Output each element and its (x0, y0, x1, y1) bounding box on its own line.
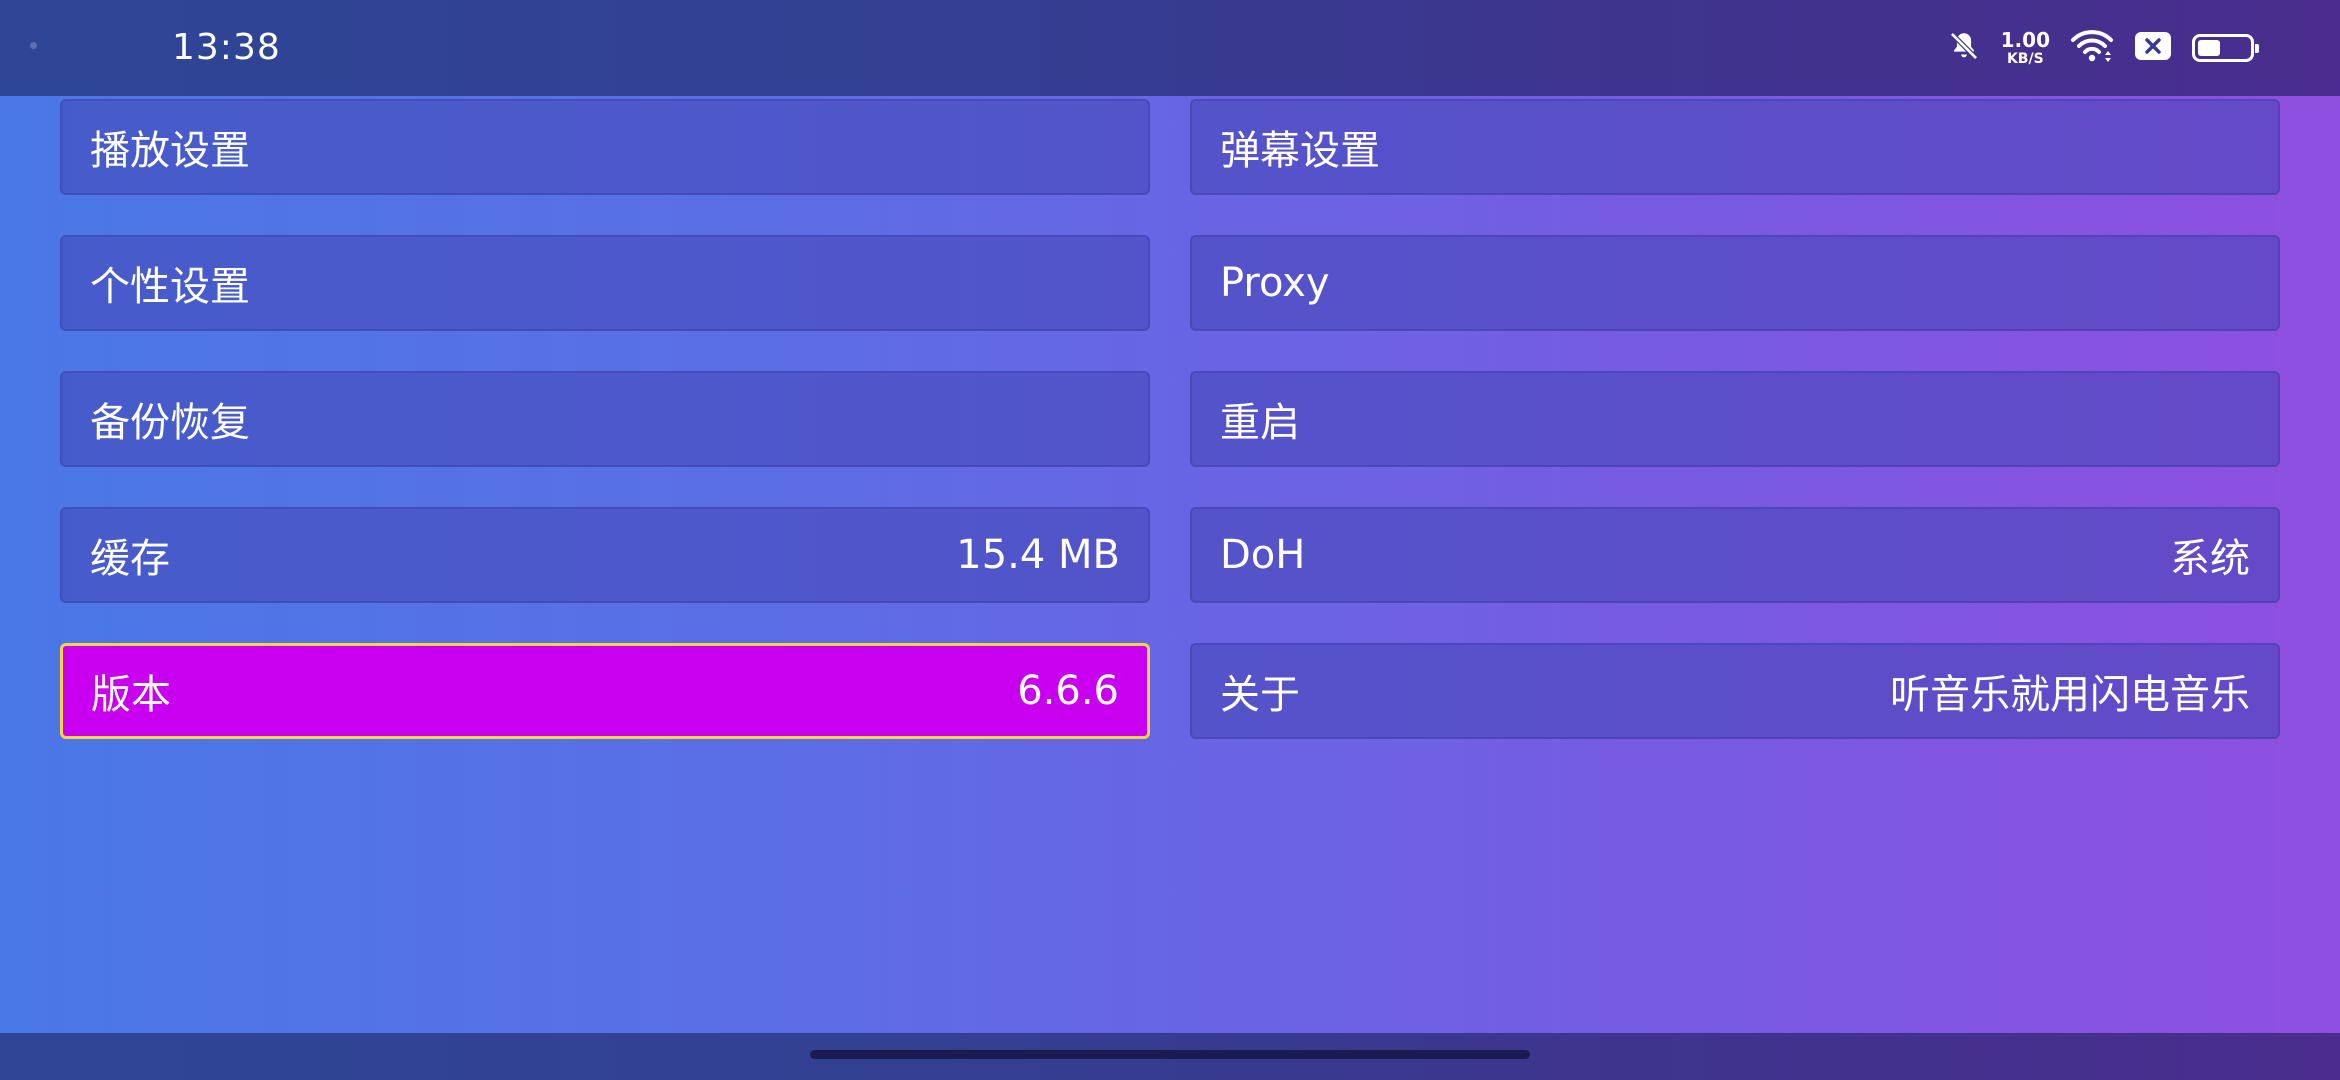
network-speed: 1.00 KB/S (2001, 30, 2050, 66)
network-speed-value: 1.00 (2000, 28, 2050, 52)
setting-playback[interactable]: 播放设置 (60, 99, 1150, 195)
setting-version[interactable]: 版本 6.6.6 (60, 643, 1150, 739)
status-bar: 13:38 1.00 KB/S (0, 0, 2340, 96)
setting-label: 重启 (1220, 400, 1300, 446)
setting-proxy[interactable]: Proxy (1190, 235, 2280, 331)
setting-backup-restore[interactable]: 备份恢复 (60, 371, 1150, 467)
setting-label: DoH (1220, 532, 1306, 578)
no-sim-icon (2134, 30, 2172, 66)
navigation-bar (0, 1033, 2340, 1080)
setting-label: Proxy (1220, 260, 1330, 306)
notifications-muted-icon (1947, 29, 1981, 67)
setting-label: 播放设置 (90, 128, 250, 174)
home-indicator[interactable] (810, 1050, 1530, 1059)
setting-cache[interactable]: 缓存 15.4 MB (60, 507, 1150, 603)
setting-doh[interactable]: DoH 系统 (1190, 507, 2280, 603)
setting-label: 关于 (1220, 672, 1300, 718)
setting-personalization[interactable]: 个性设置 (60, 235, 1150, 331)
wifi-icon (2070, 28, 2114, 68)
setting-label: 缓存 (90, 536, 170, 582)
setting-value: 听音乐就用闪电音乐 (1890, 672, 2250, 718)
status-dot-icon (30, 42, 37, 49)
battery-icon (2192, 34, 2259, 62)
setting-value: 15.4 MB (956, 532, 1120, 578)
status-clock: 13:38 (172, 27, 281, 68)
setting-value: 系统 (2170, 536, 2250, 582)
battery-level (2198, 40, 2220, 56)
status-icons: 1.00 KB/S (1947, 24, 2259, 72)
setting-about[interactable]: 关于 听音乐就用闪电音乐 (1190, 643, 2280, 739)
setting-restart[interactable]: 重启 (1190, 371, 2280, 467)
setting-danmaku[interactable]: 弹幕设置 (1190, 99, 2280, 195)
setting-label: 备份恢复 (90, 400, 250, 446)
setting-label: 个性设置 (90, 264, 250, 310)
setting-value: 6.6.6 (1017, 668, 1119, 714)
setting-label: 弹幕设置 (1220, 128, 1380, 174)
setting-label: 版本 (91, 672, 171, 718)
network-speed-unit: KB/S (2006, 51, 2044, 67)
